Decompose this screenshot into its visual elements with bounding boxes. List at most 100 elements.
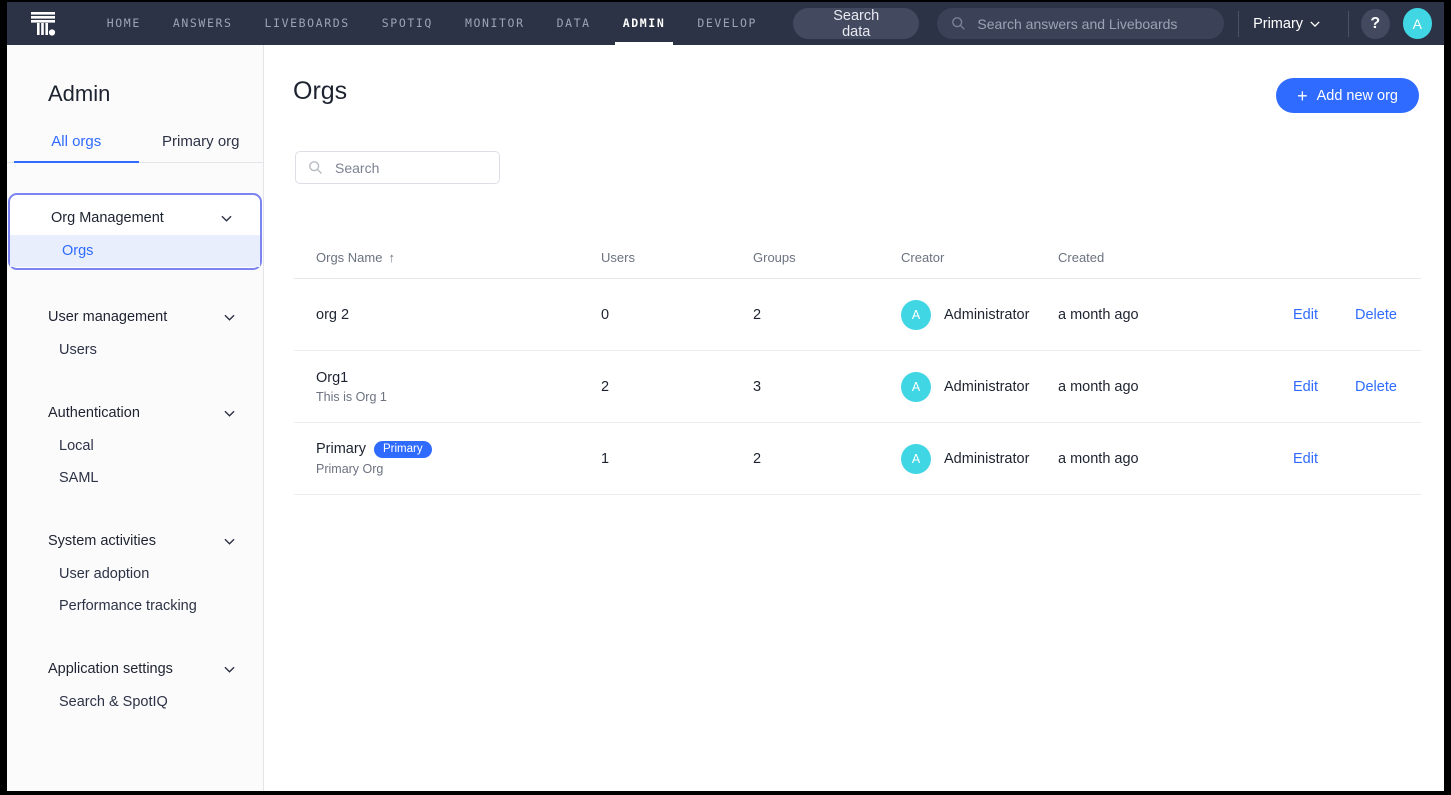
sidebar-spacer-4 bbox=[7, 622, 263, 652]
creator-cell: A Administrator bbox=[901, 300, 1058, 330]
sidebar-group-label-org-management: Org Management bbox=[51, 210, 164, 226]
nav-divider-right bbox=[1348, 11, 1349, 37]
org-name-line: Primary Primary bbox=[316, 441, 601, 459]
org-switcher-label: Primary bbox=[1253, 16, 1303, 32]
cell-creator: A Administrator bbox=[901, 423, 1058, 495]
cell-org-name: org 2 bbox=[294, 279, 601, 351]
delete-link[interactable]: Delete bbox=[1355, 379, 1413, 395]
creator-name: Administrator bbox=[944, 451, 1029, 467]
avatar: A bbox=[901, 300, 931, 330]
orgs-page-title: Orgs bbox=[293, 77, 347, 106]
avatar: A bbox=[901, 444, 931, 474]
sidebar-group-header-org-management[interactable]: Org Management bbox=[10, 201, 260, 235]
sidebar-spacer-3 bbox=[7, 494, 263, 524]
search-answers-placeholder: Search answers and Liveboards bbox=[977, 16, 1177, 32]
chevron-down-icon bbox=[224, 666, 235, 673]
cell-actions: EditDelete bbox=[1248, 279, 1421, 351]
sidebar-item-search-spotiq[interactable]: Search & SpotIQ bbox=[7, 686, 263, 718]
nav-link-answers[interactable]: ANSWERS bbox=[157, 2, 249, 45]
search-icon bbox=[951, 16, 966, 31]
orgs-search-input[interactable]: Search bbox=[295, 151, 500, 184]
org-name-line: org 2 bbox=[316, 307, 601, 323]
nav-link-monitor[interactable]: MONITOR bbox=[449, 2, 541, 45]
edit-link[interactable]: Edit bbox=[1293, 379, 1355, 395]
avatar[interactable]: A bbox=[1403, 8, 1432, 39]
nav-link-data[interactable]: DATA bbox=[541, 2, 607, 45]
primary-nav-links: HOME ANSWERS LIVEBOARDS SPOTIQ MONITOR D… bbox=[91, 2, 773, 45]
cell-actions: EditDelete bbox=[1248, 351, 1421, 423]
column-header-groups[interactable]: Groups bbox=[753, 250, 901, 279]
nav-link-develop[interactable]: DEVELOP bbox=[681, 2, 773, 45]
nav-link-admin[interactable]: ADMIN bbox=[607, 2, 682, 45]
sidebar-group-header-user-management[interactable]: User management bbox=[7, 300, 263, 334]
cell-created: a month ago bbox=[1058, 279, 1248, 351]
edit-link[interactable]: Edit bbox=[1293, 451, 1355, 467]
sidebar-group-header-system-activities[interactable]: System activities bbox=[7, 524, 263, 558]
sidebar-group-header-application-settings[interactable]: Application settings bbox=[7, 652, 263, 686]
tab-all-orgs[interactable]: All orgs bbox=[14, 133, 139, 162]
sidebar-group-user-management: User management Users bbox=[7, 300, 263, 366]
avatar: A bbox=[901, 372, 931, 402]
table-row[interactable]: org 2 0 2 A Administrator a month ago Ed… bbox=[294, 279, 1421, 351]
chevron-down-icon bbox=[224, 538, 235, 545]
sidebar-item-local[interactable]: Local bbox=[7, 430, 263, 462]
page-title: Admin bbox=[7, 45, 263, 107]
sidebar-item-users[interactable]: Users bbox=[7, 334, 263, 366]
application-window: HOME ANSWERS LIVEBOARDS SPOTIQ MONITOR D… bbox=[7, 2, 1444, 791]
sort-ascending-icon: ↑ bbox=[388, 250, 395, 265]
cell-created: a month ago bbox=[1058, 351, 1248, 423]
sidebar-spacer-1 bbox=[7, 270, 263, 300]
search-data-button[interactable]: Search data bbox=[793, 8, 919, 39]
edit-link[interactable]: Edit bbox=[1293, 307, 1355, 323]
help-icon[interactable]: ? bbox=[1361, 9, 1390, 39]
cell-org-name: Primary Primary Primary Org bbox=[294, 423, 601, 495]
sidebar-group-label-system-activities: System activities bbox=[48, 533, 156, 549]
column-header-created[interactable]: Created bbox=[1058, 250, 1248, 279]
sidebar-tabs: All orgs Primary org bbox=[7, 133, 263, 163]
orgs-table: Orgs Name↑ Users Groups Creator Created … bbox=[294, 250, 1421, 495]
cell-users: 1 bbox=[601, 423, 753, 495]
status-badge: Primary bbox=[374, 441, 432, 459]
org-name: org 2 bbox=[316, 307, 349, 323]
cell-created: a month ago bbox=[1058, 423, 1248, 495]
cell-org-name: Org1 This is Org 1 bbox=[294, 351, 601, 423]
sidebar-group-system-activities: System activities User adoption Performa… bbox=[7, 524, 263, 622]
nav-link-home[interactable]: HOME bbox=[91, 2, 157, 45]
sidebar-group-label-user-management: User management bbox=[48, 309, 167, 325]
orgs-search-placeholder: Search bbox=[335, 160, 379, 176]
delete-link[interactable]: Delete bbox=[1355, 307, 1413, 323]
sidebar-item-performance-tracking[interactable]: Performance tracking bbox=[7, 590, 263, 622]
sidebar-item-user-adoption[interactable]: User adoption bbox=[7, 558, 263, 590]
nav-link-liveboards[interactable]: LIVEBOARDS bbox=[249, 2, 366, 45]
column-header-users[interactable]: Users bbox=[601, 250, 753, 279]
column-header-orgs-name-label: Orgs Name bbox=[316, 250, 382, 265]
org-name-line: Org1 bbox=[316, 370, 601, 386]
chevron-down-icon bbox=[224, 314, 235, 321]
thoughtspot-logo-icon[interactable] bbox=[21, 2, 65, 45]
creator-cell: A Administrator bbox=[901, 444, 1058, 474]
chevron-down-icon bbox=[224, 410, 235, 417]
table-row[interactable]: Primary Primary Primary Org 1 2 A Admini… bbox=[294, 423, 1421, 495]
top-navigation-bar: HOME ANSWERS LIVEBOARDS SPOTIQ MONITOR D… bbox=[7, 2, 1444, 45]
table-row[interactable]: Org1 This is Org 1 2 3 A Administrator a… bbox=[294, 351, 1421, 423]
sidebar-item-orgs[interactable]: Orgs bbox=[10, 235, 260, 267]
sidebar-item-saml[interactable]: SAML bbox=[7, 462, 263, 494]
cell-actions: Edit bbox=[1248, 423, 1421, 495]
nav-link-spotiq[interactable]: SPOTIQ bbox=[366, 2, 449, 45]
sidebar-group-label-authentication: Authentication bbox=[48, 405, 140, 421]
plus-icon: + bbox=[1297, 87, 1308, 105]
add-new-org-button[interactable]: + Add new org bbox=[1276, 78, 1419, 113]
tab-primary-org[interactable]: Primary org bbox=[139, 133, 264, 162]
cell-creator: A Administrator bbox=[901, 351, 1058, 423]
main-content: Orgs + Add new org Search Orgs Name ↑ bbox=[264, 45, 1444, 791]
sidebar-group-header-authentication[interactable]: Authentication bbox=[7, 396, 263, 430]
creator-cell: A Administrator bbox=[901, 372, 1058, 402]
cell-groups: 2 bbox=[753, 423, 901, 495]
search-answers-input[interactable]: Search answers and Liveboards bbox=[937, 8, 1224, 39]
org-switcher[interactable]: Primary bbox=[1239, 16, 1334, 32]
column-header-orgs-name[interactable]: Orgs Name ↑ bbox=[294, 250, 601, 279]
cell-users: 2 bbox=[601, 351, 753, 423]
cell-groups: 2 bbox=[753, 279, 901, 351]
org-description: Primary Org bbox=[316, 462, 601, 476]
column-header-creator[interactable]: Creator bbox=[901, 250, 1058, 279]
